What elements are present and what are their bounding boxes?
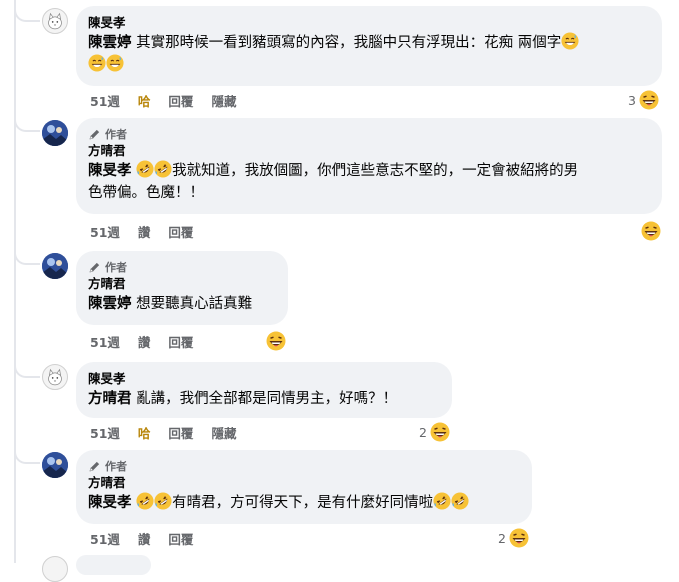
comment-body: 亂講，我們全部都是同情男主，好嗎？！ (131, 391, 398, 407)
thread-line (14, 0, 16, 563)
hide-button[interactable]: 隱藏 (211, 423, 236, 442)
comment-actions: 51週 哈 回覆 隱藏 (90, 422, 236, 442)
mention[interactable]: 陳旻孝 (88, 163, 132, 179)
like-button[interactable]: 讚 (138, 222, 151, 241)
comment-body: 有晴君，方可得天下，是有什麼好同情啦 (172, 495, 434, 511)
comment-bubble: 陳旻孝 陳雲婷 其實那時候一看到豬頭寫的內容，我腦中只有浮現出：花痴 兩個字 (76, 6, 662, 86)
pencil-icon (88, 261, 101, 274)
mention[interactable]: 陳雲婷 (88, 296, 132, 312)
rolling-laughing-face-icon (451, 492, 469, 510)
avatar[interactable] (42, 556, 68, 582)
reaction-summary[interactable] (640, 220, 662, 242)
hide-button[interactable]: 隱藏 (211, 91, 236, 110)
like-button[interactable]: 讚 (138, 529, 151, 548)
avatar[interactable] (42, 8, 68, 34)
rolling-laughing-face-icon (136, 160, 154, 178)
comment-author[interactable]: 陳旻孝 (88, 370, 440, 388)
pencil-icon (88, 128, 101, 141)
comment-body: 想要聽真心話真難 (131, 296, 253, 312)
comment-body: 我就知道，我放個圖，你們這些意志不堅的，一定會被紹將的男 (172, 163, 579, 179)
reaction-summary[interactable]: 2 (498, 527, 530, 549)
pencil-icon (88, 460, 101, 473)
timestamp[interactable]: 51週 (90, 91, 120, 110)
avatar[interactable] (42, 253, 68, 279)
comment-text: 陳雲婷 其實那時候一看到豬頭寫的內容，我腦中只有浮現出：花痴 兩個字 (88, 32, 650, 76)
comment-author[interactable]: 方晴君 (88, 142, 650, 160)
comment-actions: 51週 讚 回覆 (90, 528, 193, 548)
haha-reaction-icon (640, 220, 662, 242)
avatar[interactable] (42, 452, 68, 478)
author-badge-label: 作者 (105, 460, 127, 473)
grinning-sweat-face-icon (88, 54, 106, 72)
comment-text: 方晴君 亂講，我們全部都是同情男主，好嗎？！ (88, 388, 440, 410)
haha-reaction-icon (265, 330, 287, 352)
avatar[interactable] (42, 120, 68, 146)
comment-author[interactable]: 陳旻孝 (88, 14, 650, 32)
comment-actions: 51週 讚 回覆 (90, 221, 193, 241)
reaction-summary[interactable]: 3 (628, 89, 660, 111)
comment-bubble: 作者 方晴君 陳雲婷 想要聽真心話真難 (76, 251, 288, 325)
comment-bubble: 作者 方晴君 陳旻孝 有晴君，方可得天下，是有什麼好同情啦 (76, 450, 532, 524)
comment-actions: 51週 讚 回覆 (90, 331, 193, 351)
reaction-count: 2 (419, 424, 427, 440)
haha-button[interactable]: 哈 (138, 423, 151, 442)
haha-reaction-icon (508, 527, 530, 549)
grinning-sweat-face-icon (106, 54, 124, 72)
reply-connector (14, 362, 40, 378)
reply-connector (14, 448, 40, 464)
author-badge: 作者 (88, 126, 650, 142)
mention[interactable]: 陳雲婷 (88, 35, 132, 51)
comment-bubble (76, 555, 151, 575)
reply-button[interactable]: 回覆 (168, 91, 193, 110)
reaction-summary[interactable] (265, 330, 287, 352)
reply-connector (14, 6, 40, 22)
mention[interactable]: 方晴君 (88, 391, 132, 407)
reply-connector (14, 116, 40, 132)
avatar[interactable] (42, 364, 68, 390)
comment-text: 陳旻孝 有晴君，方可得天下，是有什麼好同情啦 (88, 492, 520, 514)
comment-body: 其實那時候一看到豬頭寫的內容，我腦中只有浮現出：花痴 兩個字 (131, 35, 562, 51)
rolling-laughing-face-icon (154, 492, 172, 510)
haha-reaction-icon (638, 89, 660, 111)
author-badge-label: 作者 (105, 128, 127, 141)
rolling-laughing-face-icon (154, 160, 172, 178)
reaction-count: 2 (498, 530, 506, 546)
reaction-summary[interactable]: 2 (419, 421, 451, 443)
grinning-sweat-face-icon (561, 32, 579, 50)
comment-bubble: 陳旻孝 方晴君 亂講，我們全部都是同情男主，好嗎？！ (76, 362, 452, 418)
author-badge: 作者 (88, 458, 520, 474)
reply-button[interactable]: 回覆 (168, 332, 193, 351)
reply-connector (14, 249, 40, 265)
rolling-laughing-face-icon (136, 492, 154, 510)
comment-author[interactable]: 方晴君 (88, 474, 520, 492)
comment-text: 陳雲婷 想要聽真心話真難 (88, 293, 276, 315)
author-badge: 作者 (88, 259, 276, 275)
reply-button[interactable]: 回覆 (168, 529, 193, 548)
timestamp[interactable]: 51週 (90, 529, 120, 548)
timestamp[interactable]: 51週 (90, 332, 120, 351)
comment-actions: 51週 哈 回覆 隱藏 (90, 90, 236, 110)
like-button[interactable]: 讚 (138, 332, 151, 351)
haha-button[interactable]: 哈 (138, 91, 151, 110)
comment-text: 陳旻孝 我就知道，我放個圖，你們這些意志不堅的，一定會被紹將的男 色帶偏。色魔！… (88, 160, 650, 204)
timestamp[interactable]: 51週 (90, 423, 120, 442)
timestamp[interactable]: 51週 (90, 222, 120, 241)
comment-bubble: 作者 方晴君 陳旻孝 我就知道，我放個圖，你們這些意志不堅的，一定會被紹將的男 … (76, 118, 662, 214)
comment-author[interactable]: 方晴君 (88, 275, 276, 293)
rolling-laughing-face-icon (433, 492, 451, 510)
reply-button[interactable]: 回覆 (168, 423, 193, 442)
reply-button[interactable]: 回覆 (168, 222, 193, 241)
author-badge-label: 作者 (105, 261, 127, 274)
mention[interactable]: 陳旻孝 (88, 495, 132, 511)
haha-reaction-icon (429, 421, 451, 443)
reaction-count: 3 (628, 92, 636, 108)
comment-body-continued: 色帶偏。色魔！！ (88, 185, 204, 201)
